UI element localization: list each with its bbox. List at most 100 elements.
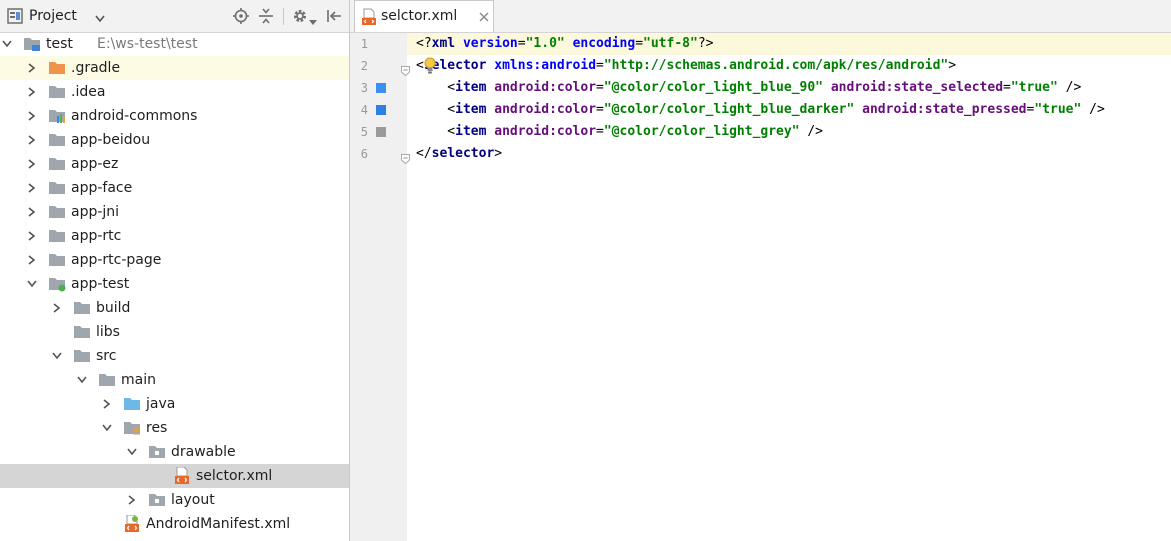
chevron-right-icon[interactable] (27, 224, 39, 248)
locate-icon[interactable] (233, 8, 249, 24)
tree-item-app-test[interactable]: app-test (0, 272, 349, 296)
folder-orange-icon (48, 60, 66, 76)
tree-item-selctor-xml[interactable]: selctor.xml (0, 464, 349, 488)
color-swatch-icon[interactable] (376, 127, 386, 137)
tree-item-label: res (146, 420, 168, 436)
tree-item-label: build (96, 300, 131, 316)
folder-icon (48, 252, 66, 268)
line-number: 1 (360, 37, 368, 51)
tree-item-label: layout (171, 492, 215, 508)
chevron-right-icon[interactable] (102, 392, 114, 416)
chevron-down-icon[interactable] (102, 416, 114, 440)
code-token: = (596, 124, 604, 139)
tab-selctor-xml[interactable]: selctor.xml (354, 0, 494, 32)
chevron-down-icon[interactable] (27, 272, 39, 296)
tree-item-label: app-rtc (71, 228, 122, 244)
chevron-right-icon[interactable] (127, 488, 139, 512)
project-view-selector[interactable]: Project (29, 8, 77, 25)
tree-item-src[interactable]: src (0, 344, 349, 368)
code-token: = (596, 102, 604, 117)
tree-item-drawable[interactable]: drawable (0, 440, 349, 464)
code-area[interactable]: <?xml version="1.0" encoding="utf-8"?> < s… (407, 33, 1171, 541)
tree-item-label: test (46, 36, 73, 52)
color-swatch-icon[interactable] (376, 83, 386, 93)
hide-panel-icon[interactable] (326, 8, 342, 24)
code-line: <?xml version="1.0" encoding="utf-8"?> (416, 33, 713, 55)
code-token: "@color/color_light_blue_darker" (603, 102, 863, 117)
code-token: android:color (494, 80, 597, 95)
folder-icon (48, 156, 66, 172)
code-token: selector (431, 146, 495, 161)
tree-item-java[interactable]: java (0, 392, 349, 416)
tree-item-libs[interactable]: libs (0, 320, 349, 344)
chevron-right-icon[interactable] (27, 200, 39, 224)
editor-gutter: 1 2 3 4 5 6 (350, 33, 410, 541)
chevron-right-icon[interactable] (27, 56, 39, 80)
tree-item-app-beidou[interactable]: app-beidou (0, 128, 349, 152)
tree-item-app-rtc[interactable]: app-rtc (0, 224, 349, 248)
code-token: "@color/color_light_grey" (603, 124, 808, 139)
code-token: "true" (1010, 80, 1066, 95)
project-icon (23, 36, 41, 52)
chevron-down-icon[interactable] (52, 344, 64, 368)
chevron-right-icon[interactable] (27, 80, 39, 104)
project-path: E:\ws-test\test (97, 36, 198, 52)
chevron-down-icon[interactable] (127, 440, 139, 464)
tree-item-android-commons[interactable]: android-commons (0, 104, 349, 128)
folder-icon (73, 324, 91, 340)
chevron-right-icon[interactable] (52, 296, 64, 320)
tree-item-app-face[interactable]: app-face (0, 176, 349, 200)
tree-item-app-jni[interactable]: app-jni (0, 200, 349, 224)
module-library-icon (48, 108, 66, 124)
tree-item-label: java (146, 396, 176, 412)
code-token: item (455, 102, 495, 117)
tree-item-idea[interactable]: .idea (0, 80, 349, 104)
code-token: /> (1065, 80, 1082, 95)
chevron-right-icon[interactable] (27, 248, 39, 272)
chevron-right-icon[interactable] (27, 104, 39, 128)
folder-icon (48, 132, 66, 148)
folder-package-icon (148, 444, 166, 460)
chevron-right-icon[interactable] (27, 152, 39, 176)
tree-item-res[interactable]: res (0, 416, 349, 440)
code-token: > (948, 58, 957, 73)
color-swatch-icon[interactable] (376, 105, 386, 115)
gear-icon[interactable] (292, 8, 308, 24)
chevron-down-icon[interactable] (95, 11, 105, 27)
line-number: 6 (360, 147, 368, 161)
code-token: "true" (1034, 102, 1090, 117)
chevron-right-icon[interactable] (27, 176, 39, 200)
chevron-down-icon[interactable] (2, 32, 14, 56)
module-app-icon (48, 276, 66, 292)
code-line: <item android:color="@color/color_light_… (416, 99, 1105, 121)
editor-tab-bar: selctor.xml (350, 0, 1171, 33)
tree-item-android-manifest[interactable]: AndroidManifest.xml (0, 512, 349, 536)
folder-icon (73, 348, 91, 364)
tree-item-layout[interactable]: layout (0, 488, 349, 512)
lightbulb-icon[interactable] (423, 57, 437, 79)
tree-item-label: app-face (71, 180, 133, 196)
code-token: "http://schemas.android.com/apk/res/andr… (603, 58, 949, 73)
tree-item-app-rtc-page[interactable]: app-rtc-page (0, 248, 349, 272)
code-token: = (1003, 80, 1011, 95)
code-token: < (416, 102, 456, 117)
tree-item-main[interactable]: main (0, 368, 349, 392)
code-token: android:state_pressed (862, 102, 1027, 117)
collapse-all-icon[interactable] (258, 8, 274, 24)
project-tree[interactable]: test E:\ws-test\test .gradle .idea android-c… (0, 32, 349, 536)
code-token: "@color/color_light_blue_90" (603, 80, 831, 95)
tree-item-gradle[interactable]: .gradle (0, 56, 349, 80)
tree-item-app-ez[interactable]: app-ez (0, 152, 349, 176)
close-icon[interactable] (479, 10, 489, 26)
folder-icon (48, 228, 66, 244)
chevron-down-icon[interactable] (77, 368, 89, 392)
tree-item-label: android-commons (71, 108, 198, 124)
line-number: 2 (360, 59, 368, 73)
folder-icon (48, 84, 66, 100)
chevron-right-icon[interactable] (27, 128, 39, 152)
tree-item-test[interactable]: test E:\ws-test\test (0, 32, 349, 56)
gear-dropdown-icon[interactable] (309, 14, 317, 25)
tree-item-label: .idea (71, 84, 106, 100)
tree-item-build[interactable]: build (0, 296, 349, 320)
code-token: </ (416, 146, 432, 161)
